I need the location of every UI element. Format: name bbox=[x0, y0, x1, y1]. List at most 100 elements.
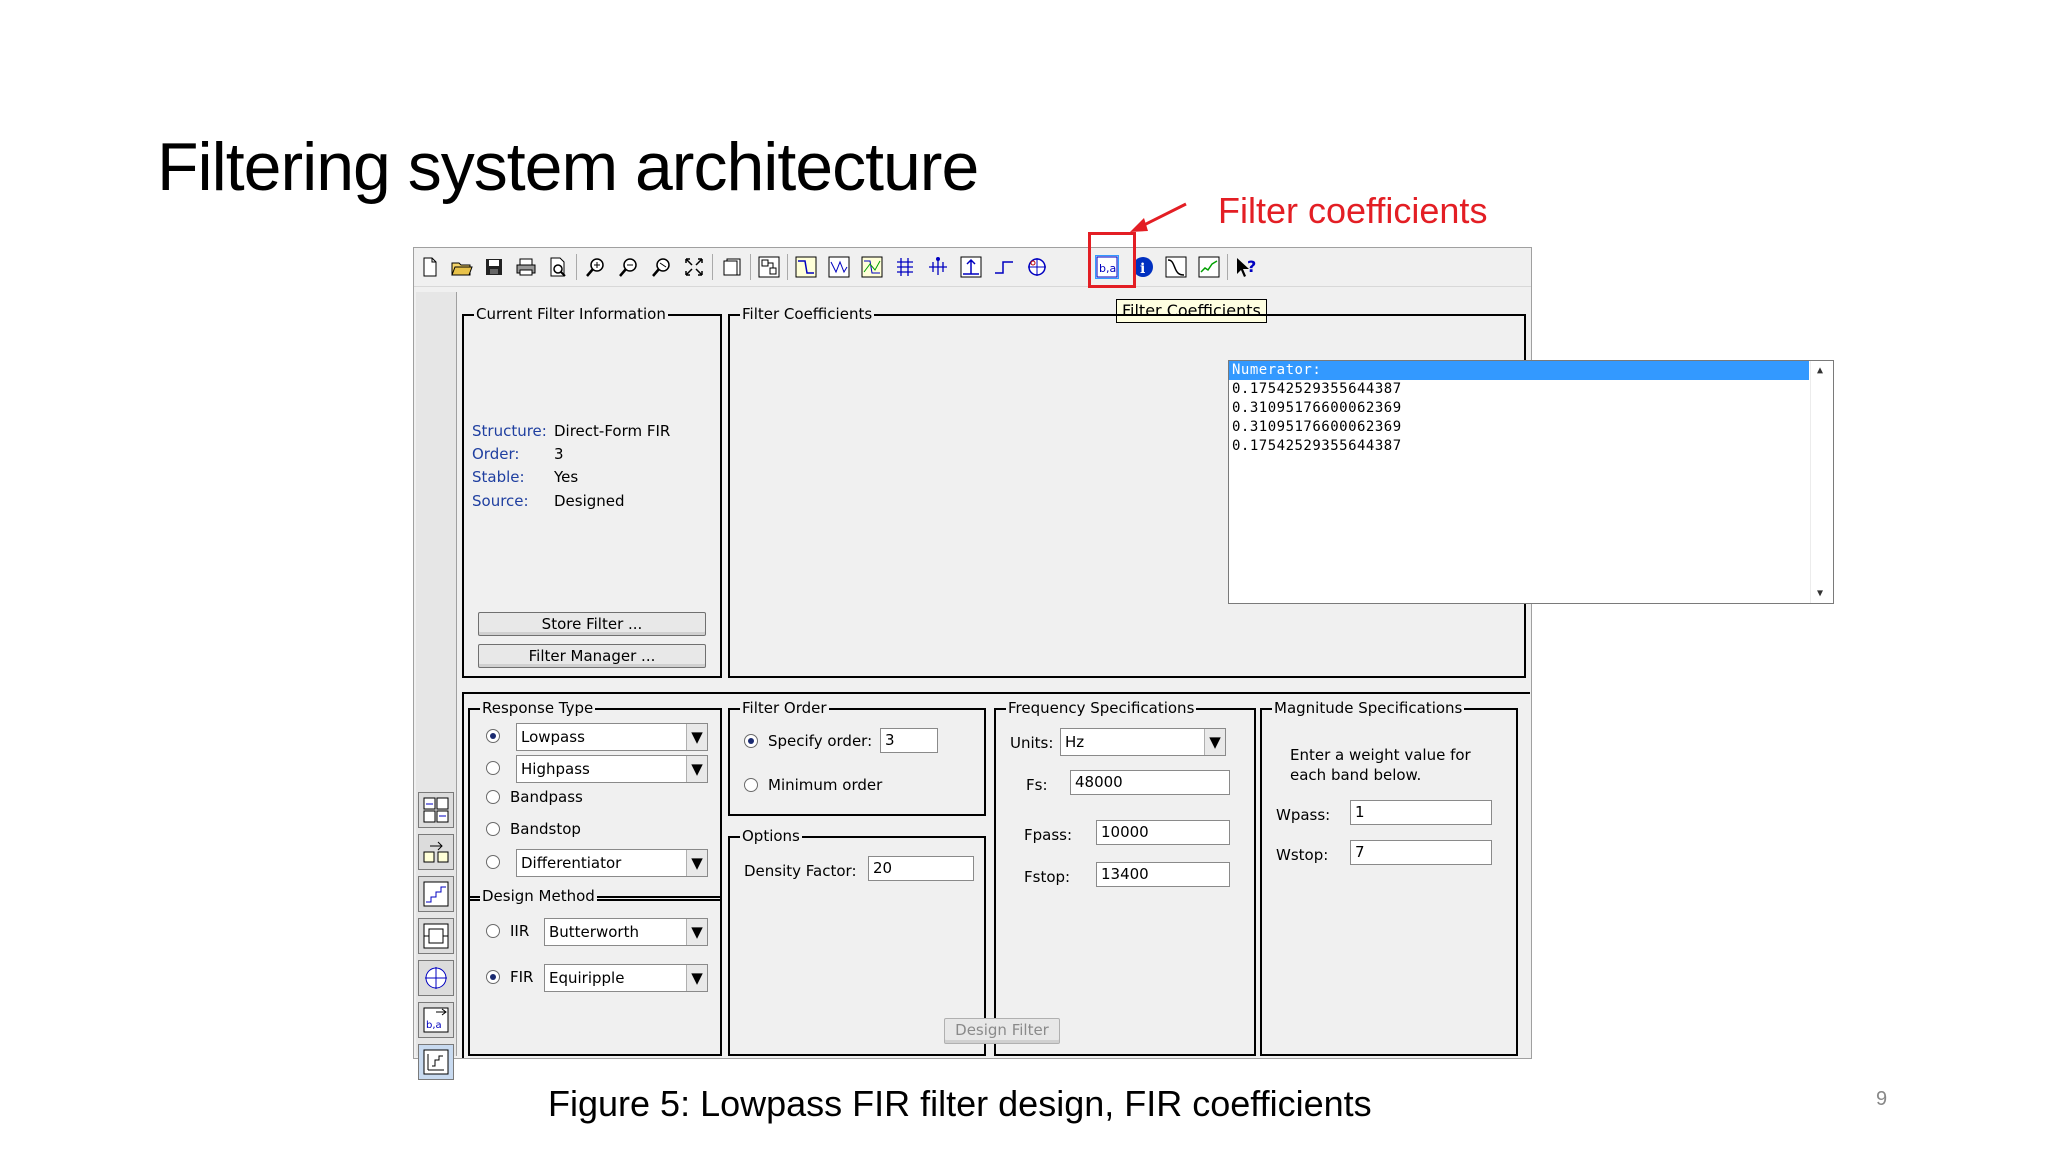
print-icon[interactable] bbox=[514, 255, 538, 279]
fstop-label: Fstop: bbox=[1024, 868, 1071, 886]
figure-caption: Figure 5: Lowpass FIR filter design, FIR… bbox=[548, 1083, 1372, 1124]
iir-method-select[interactable]: Butterworth ▼ bbox=[544, 918, 708, 946]
design-method-panel: Design Method IIR Butterworth ▼ FIR Equir… bbox=[468, 887, 722, 1056]
fpass-input[interactable]: 10000 bbox=[1096, 820, 1230, 845]
pole-zero-editor-icon[interactable] bbox=[418, 960, 454, 996]
fir-radio[interactable] bbox=[486, 970, 500, 984]
new-figure-icon[interactable] bbox=[720, 255, 744, 279]
realize-model-icon[interactable] bbox=[418, 918, 454, 954]
svg-text:i: i bbox=[1140, 261, 1145, 277]
filter-design-window: b,a i ? Filter Coefficients b,a Current … bbox=[413, 232, 1834, 1080]
frequency-specs-panel: Frequency Specifications Units: Hz ▼ Fs: … bbox=[994, 699, 1256, 1056]
response-type-panel: Response Type Lowpass ▼ Highpass ▼ Bandpas… bbox=[468, 699, 722, 901]
units-select[interactable]: Hz ▼ bbox=[1060, 728, 1226, 756]
stable-label: Stable: bbox=[472, 468, 525, 486]
magnitude-response-icon[interactable] bbox=[794, 255, 818, 279]
iir-radio[interactable] bbox=[486, 924, 500, 938]
print-preview-icon[interactable] bbox=[546, 255, 570, 279]
fstop-input[interactable]: 13400 bbox=[1096, 862, 1230, 887]
highpass-radio[interactable] bbox=[486, 761, 500, 775]
magnitude-phase-icon[interactable] bbox=[860, 255, 884, 279]
slide-title: Filtering system architecture bbox=[157, 129, 979, 205]
fir-method-value: Equiripple bbox=[549, 969, 625, 987]
numerator-header[interactable]: Numerator: bbox=[1229, 361, 1809, 380]
zoom-x-icon[interactable] bbox=[650, 255, 674, 279]
bandpass-radio[interactable] bbox=[486, 790, 500, 804]
multirate-design-icon[interactable] bbox=[418, 1044, 454, 1080]
wstop-input[interactable]: 7 bbox=[1350, 840, 1492, 865]
bandstop-radio[interactable] bbox=[486, 822, 500, 836]
group-delay-icon[interactable] bbox=[893, 255, 917, 279]
structure-label: Structure: bbox=[472, 422, 547, 440]
quantization-icon[interactable] bbox=[418, 876, 454, 912]
iir-label: IIR bbox=[510, 922, 530, 940]
scroll-down-icon[interactable]: ▼ bbox=[1817, 588, 1823, 599]
chevron-down-icon[interactable]: ▼ bbox=[686, 756, 707, 782]
differentiator-radio[interactable] bbox=[486, 855, 500, 869]
zoom-in-icon[interactable] bbox=[584, 255, 608, 279]
coefficient-row[interactable]: 0.31095176600062369 bbox=[1229, 399, 1833, 418]
source-value: Designed bbox=[554, 492, 625, 510]
whats-this-help-icon[interactable]: ? bbox=[1234, 255, 1258, 279]
density-factor-label: Density Factor: bbox=[744, 862, 857, 880]
order-value: 3 bbox=[554, 445, 564, 463]
wpass-input[interactable]: 1 bbox=[1350, 800, 1492, 825]
fir-label: FIR bbox=[510, 968, 534, 986]
chevron-down-icon[interactable]: ▼ bbox=[1204, 729, 1225, 755]
new-file-icon[interactable] bbox=[418, 255, 442, 279]
filter-structure-icon[interactable] bbox=[757, 255, 781, 279]
units-label: Units: bbox=[1010, 734, 1054, 752]
options-legend: Options bbox=[740, 827, 802, 845]
highpass-select[interactable]: Highpass ▼ bbox=[516, 755, 708, 783]
scroll-up-icon[interactable]: ▲ bbox=[1817, 365, 1823, 376]
chevron-down-icon[interactable]: ▼ bbox=[686, 965, 707, 991]
source-label: Source: bbox=[472, 492, 529, 510]
chevron-down-icon[interactable]: ▼ bbox=[686, 919, 707, 945]
store-filter-button[interactable]: Store Filter ... bbox=[478, 612, 706, 636]
phase-delay-icon[interactable] bbox=[926, 255, 950, 279]
structure-value: Direct-Form FIR bbox=[554, 422, 671, 440]
coefficient-row[interactable]: 0.17542529355644387 bbox=[1229, 437, 1833, 456]
filter-order-legend: Filter Order bbox=[740, 699, 829, 717]
fs-input[interactable]: 48000 bbox=[1070, 770, 1230, 795]
svg-text:b,a: b,a bbox=[426, 1020, 442, 1031]
full-view-icon[interactable] bbox=[682, 255, 706, 279]
response-type-legend: Response Type bbox=[480, 699, 596, 717]
magnitude-estimate-icon[interactable] bbox=[1164, 255, 1188, 279]
magnitude-specs-panel: Magnitude Specifications Enter a weight … bbox=[1260, 699, 1518, 1056]
toolbar: b,a i ? Filter Coefficients bbox=[414, 232, 1531, 323]
frequency-specs-legend: Frequency Specifications bbox=[1006, 699, 1197, 717]
phase-response-icon[interactable] bbox=[827, 255, 851, 279]
pole-zero-icon[interactable] bbox=[1025, 255, 1049, 279]
lowpass-select[interactable]: Lowpass ▼ bbox=[516, 723, 708, 751]
fir-method-select[interactable]: Equiripple ▼ bbox=[544, 964, 708, 992]
specify-order-radio[interactable] bbox=[744, 734, 758, 748]
design-filter-button[interactable]: Design Filter bbox=[944, 1018, 1060, 1044]
transform-filter-icon[interactable] bbox=[418, 834, 454, 870]
minimum-order-radio[interactable] bbox=[744, 778, 758, 792]
iir-method-value: Butterworth bbox=[549, 923, 639, 941]
stable-value: Yes bbox=[554, 468, 579, 486]
open-folder-icon[interactable] bbox=[450, 255, 474, 279]
density-factor-input[interactable]: 20 bbox=[868, 856, 974, 881]
coefficient-row[interactable]: 0.17542529355644387 bbox=[1229, 380, 1833, 399]
order-input[interactable]: 3 bbox=[880, 728, 938, 753]
chevron-down-icon[interactable]: ▼ bbox=[686, 724, 707, 750]
filter-order-panel: Filter Order Specify order: 3 Minimum or… bbox=[728, 699, 986, 816]
chevron-down-icon[interactable]: ▼ bbox=[686, 850, 707, 876]
coefficient-row[interactable]: 0.31095176600062369 bbox=[1229, 418, 1833, 437]
zoom-out-icon[interactable] bbox=[617, 255, 641, 279]
lowpass-radio[interactable] bbox=[486, 729, 500, 743]
step-response-icon[interactable] bbox=[992, 255, 1016, 279]
coefficients-listbox[interactable]: Numerator: 0.17542529355644387 0.3109517… bbox=[1228, 360, 1834, 604]
svg-text:?: ? bbox=[1247, 257, 1256, 276]
magnitude-instruction-line2: each band below. bbox=[1290, 766, 1422, 784]
save-icon[interactable] bbox=[482, 255, 506, 279]
differentiator-select[interactable]: Differentiator ▼ bbox=[516, 849, 708, 877]
design-filter-panel-icon[interactable] bbox=[418, 792, 454, 828]
listbox-scrollbar[interactable]: ▲ ▼ bbox=[1810, 361, 1833, 603]
import-filter-icon[interactable]: b,a bbox=[418, 1002, 454, 1038]
impulse-response-icon[interactable] bbox=[959, 255, 983, 279]
noise-power-icon[interactable] bbox=[1197, 255, 1221, 279]
filter-manager-button[interactable]: Filter Manager ... bbox=[478, 644, 706, 668]
